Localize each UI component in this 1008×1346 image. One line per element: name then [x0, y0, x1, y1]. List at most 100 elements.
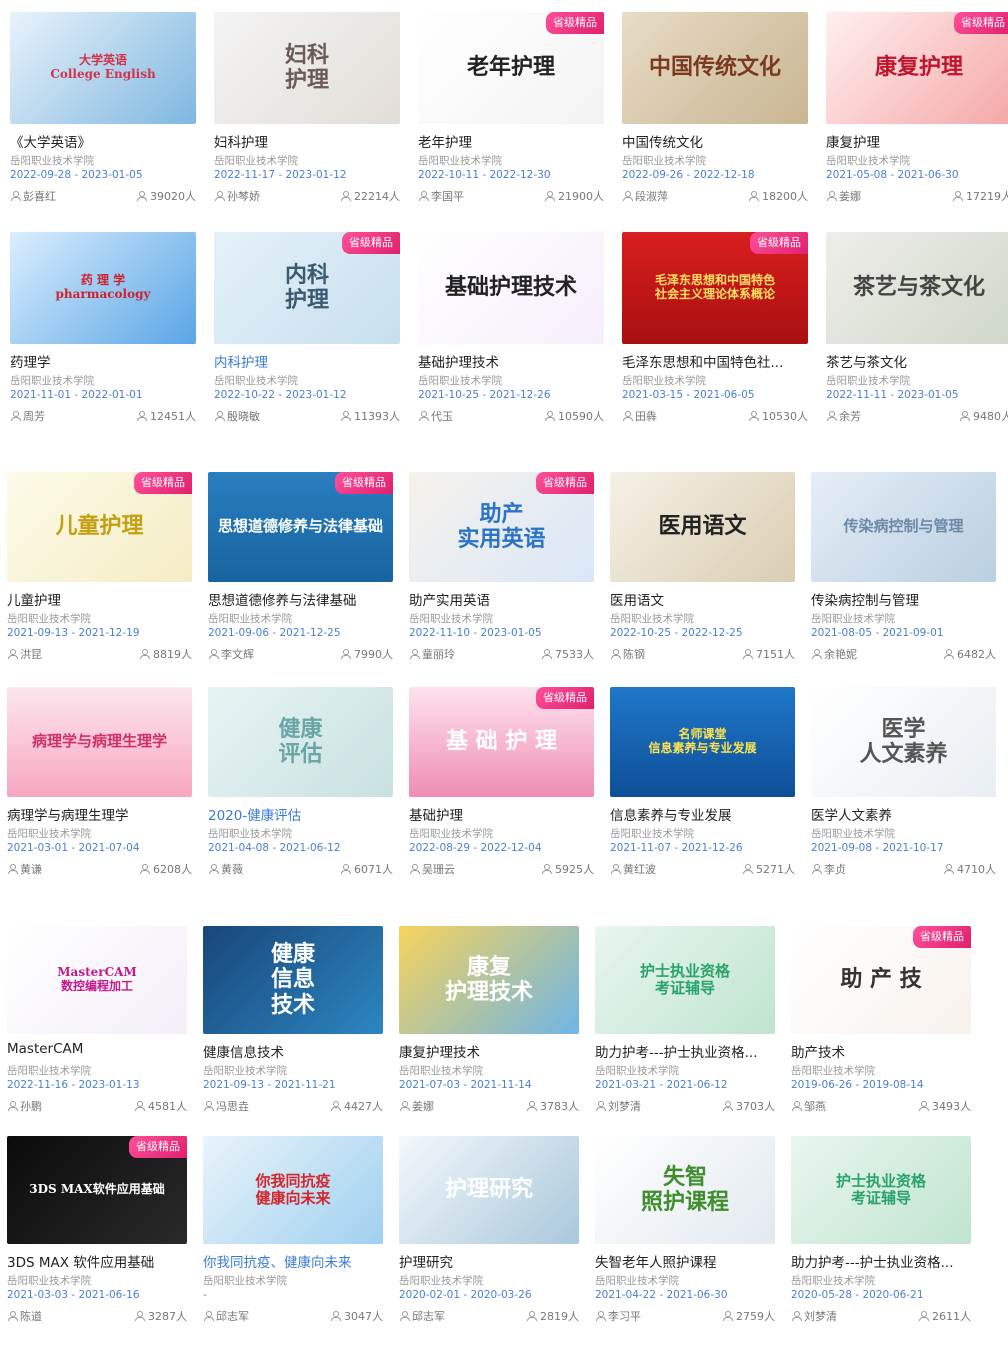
- course-title[interactable]: 基础护理技术: [418, 351, 604, 370]
- course-card[interactable]: 大学英语 College English 《大学英语》 岳阳职业技术学院 2022-0…: [10, 12, 196, 203]
- course-thumbnail[interactable]: 病理学与病理生理学: [7, 687, 192, 797]
- course-card[interactable]: 失智 照护课程 失智老年人照护课程 岳阳职业技术学院 2021-04-22 - 202…: [595, 1136, 775, 1323]
- course-card[interactable]: 医用语文 医用语文 岳阳职业技术学院 2022-10-25 - 2022-12-25 陈…: [610, 472, 795, 661]
- course-thumbnail[interactable]: 大学英语 College English: [10, 12, 196, 124]
- course-title[interactable]: 中国传统文化: [622, 131, 808, 150]
- course-title[interactable]: 2020-健康评估: [208, 804, 393, 823]
- course-title[interactable]: 护理研究: [399, 1251, 579, 1270]
- course-title[interactable]: 思想道德修养与法律基础: [208, 589, 393, 608]
- course-title[interactable]: 康复护理技术: [399, 1041, 579, 1060]
- course-thumbnail[interactable]: 失智 照护课程: [595, 1136, 775, 1244]
- course-card[interactable]: 康复护理 省级精品 康复护理 岳阳职业技术学院 2021-05-08 - 2021-06…: [826, 12, 1008, 203]
- course-card[interactable]: 基 础 护 理省级精品 基础护理 岳阳职业技术学院 2022-08-29 - 2022…: [409, 687, 594, 876]
- course-card[interactable]: 助 产 技省级精品 助产技术 岳阳职业技术学院 2019-06-26 - 2019-0…: [791, 926, 971, 1113]
- course-thumbnail[interactable]: 内科 护理 省级精品: [214, 232, 400, 344]
- thumbnail-art-text: 名师课堂 信息素养与专业发展: [648, 727, 757, 755]
- course-thumbnail[interactable]: 护士执业资格 考证辅导: [595, 926, 775, 1034]
- course-title[interactable]: 信息素养与专业发展: [610, 804, 795, 823]
- course-title[interactable]: 内科护理: [214, 351, 400, 370]
- course-title[interactable]: 老年护理: [418, 131, 604, 150]
- course-thumbnail[interactable]: 中国传统文化: [622, 12, 808, 124]
- course-card[interactable]: 健康 评估 2020-健康评估 岳阳职业技术学院 2021-04-08 - 2021-…: [208, 687, 393, 876]
- course-school: 岳阳职业技术学院: [811, 828, 895, 840]
- course-card[interactable]: 内科 护理 省级精品 内科护理 岳阳职业技术学院 2022-10-22 - 2023-0…: [214, 232, 400, 423]
- course-dates: 2022-10-22 - 2023-01-12: [214, 389, 347, 401]
- course-thumbnail[interactable]: 护理研究: [399, 1136, 579, 1244]
- course-thumbnail[interactable]: 3DS MAX软件应用基础 省级精品: [7, 1136, 187, 1244]
- course-card[interactable]: 病理学与病理生理学 病理学与病理生理学 岳阳职业技术学院 2021-03-01 - 2…: [7, 687, 192, 876]
- course-meta: 陈钢 7151人: [610, 646, 795, 661]
- course-title[interactable]: 助产技术: [791, 1041, 971, 1060]
- course-thumbnail[interactable]: 妇科 护理: [214, 12, 400, 124]
- course-title[interactable]: 儿童护理: [7, 589, 192, 608]
- course-title[interactable]: 助产实用英语: [409, 589, 594, 608]
- enrollment: 2611人: [919, 1308, 971, 1323]
- course-thumbnail[interactable]: 助 产 技省级精品: [791, 926, 971, 1034]
- course-title[interactable]: 《大学英语》: [10, 131, 196, 150]
- course-thumbnail[interactable]: 助产 实用英语 省级精品: [409, 472, 594, 582]
- course-card[interactable]: 护理研究 护理研究 岳阳职业技术学院 2020-02-01 - 2020-03-26 邱…: [399, 1136, 579, 1323]
- course-thumbnail[interactable]: 传染病控制与管理: [811, 472, 996, 582]
- course-title[interactable]: 3DS MAX 软件应用基础: [7, 1251, 187, 1270]
- course-thumbnail[interactable]: 名师课堂 信息素养与专业发展: [610, 687, 795, 797]
- course-card[interactable]: 3DS MAX软件应用基础 省级精品 3DS MAX 软件应用基础 岳阳职业技术学院 2…: [7, 1136, 187, 1323]
- course-title[interactable]: 助力护考---护士执业资格...: [595, 1041, 775, 1060]
- course-thumbnail[interactable]: 医学 人文素养: [811, 687, 996, 797]
- course-title[interactable]: 病理学与病理生理学: [7, 804, 192, 823]
- course-title[interactable]: 你我同抗疫、健康向未来: [203, 1251, 383, 1270]
- teacher: 段淑萍: [622, 188, 668, 203]
- course-card[interactable]: 基础护理技术 基础护理技术 岳阳职业技术学院 2021-10-25 - 2021-12…: [418, 232, 604, 423]
- course-card[interactable]: MasterCAM 数控编程加工 MasterCAM 岳阳职业技术学院 2022-11…: [7, 926, 187, 1113]
- course-card[interactable]: 康复 护理技术 康复护理技术 岳阳职业技术学院 2021-07-03 - 2021-1…: [399, 926, 579, 1113]
- course-card[interactable]: 护士执业资格 考证辅导 助力护考---护士执业资格... 岳阳职业技术学院 2020-…: [791, 1136, 971, 1323]
- course-card[interactable]: 传染病控制与管理 传染病控制与管理 岳阳职业技术学院 2021-08-05 - 202…: [811, 472, 996, 661]
- course-card[interactable]: 毛泽东思想和中国特色 社会主义理论体系概论 省级精品 毛泽东思想和中国特色社... 岳…: [622, 232, 808, 423]
- course-card[interactable]: 儿童护理 省级精品 儿童护理 岳阳职业技术学院 2021-09-13 - 2021-12…: [7, 472, 192, 661]
- course-title[interactable]: 基础护理: [409, 804, 594, 823]
- course-thumbnail[interactable]: 药 理 学 pharmacology: [10, 232, 196, 344]
- course-card[interactable]: 老年护理 省级精品 老年护理 岳阳职业技术学院 2022-10-11 - 2022-12…: [418, 12, 604, 203]
- course-thumbnail[interactable]: 康复 护理技术: [399, 926, 579, 1034]
- course-thumbnail[interactable]: 健康 信息 技术: [203, 926, 383, 1034]
- course-thumbnail[interactable]: MasterCAM 数控编程加工: [7, 926, 187, 1034]
- course-title[interactable]: 健康信息技术: [203, 1041, 383, 1060]
- course-card[interactable]: 医学 人文素养 医学人文素养 岳阳职业技术学院 2021-09-08 - 2021-1…: [811, 687, 996, 876]
- course-thumbnail[interactable]: 康复护理 省级精品: [826, 12, 1008, 124]
- teacher-name: 李文辉: [221, 647, 254, 661]
- course-thumbnail[interactable]: 医用语文: [610, 472, 795, 582]
- people-icon: [749, 190, 759, 201]
- course-title[interactable]: 康复护理: [826, 131, 1008, 150]
- course-title[interactable]: 毛泽东思想和中国特色社...: [622, 351, 808, 370]
- course-thumbnail[interactable]: 儿童护理 省级精品: [7, 472, 192, 582]
- course-thumbnail[interactable]: 思想道德修养与法律基础 省级精品: [208, 472, 393, 582]
- course-thumbnail[interactable]: 护士执业资格 考证辅导: [791, 1136, 971, 1244]
- course-card[interactable]: 妇科 护理 妇科护理 岳阳职业技术学院 2022-11-17 - 2023-01-12…: [214, 12, 400, 203]
- course-thumbnail[interactable]: 健康 评估: [208, 687, 393, 797]
- course-card[interactable]: 健康 信息 技术 健康信息技术 岳阳职业技术学院 2021-09-13 - 2021-…: [203, 926, 383, 1113]
- course-card[interactable]: 护士执业资格 考证辅导 助力护考---护士执业资格... 岳阳职业技术学院 2021-…: [595, 926, 775, 1113]
- course-thumbnail[interactable]: 茶艺与茶文化: [826, 232, 1008, 344]
- course-card[interactable]: 你我同抗疫 健康向未来 你我同抗疫、健康向未来 岳阳职业技术学院 - 邱志军 3047人: [203, 1136, 383, 1323]
- course-title[interactable]: 妇科护理: [214, 131, 400, 150]
- course-thumbnail[interactable]: 老年护理 省级精品: [418, 12, 604, 124]
- course-title[interactable]: 药理学: [10, 351, 196, 370]
- course-title[interactable]: 失智老年人照护课程: [595, 1251, 775, 1270]
- course-thumbnail[interactable]: 你我同抗疫 健康向未来: [203, 1136, 383, 1244]
- course-title[interactable]: 助力护考---护士执业资格...: [791, 1251, 971, 1270]
- premium-badge: 省级精品: [342, 232, 400, 254]
- course-title[interactable]: 医用语文: [610, 589, 795, 608]
- course-thumbnail[interactable]: 基 础 护 理省级精品: [409, 687, 594, 797]
- course-card[interactable]: 思想道德修养与法律基础 省级精品 思想道德修养与法律基础 岳阳职业技术学院 2021-0…: [208, 472, 393, 661]
- course-title[interactable]: 茶艺与茶文化: [826, 351, 1008, 370]
- course-card[interactable]: 中国传统文化 中国传统文化 岳阳职业技术学院 2022-09-26 - 2022-12…: [622, 12, 808, 203]
- course-title[interactable]: 医学人文素养: [811, 804, 996, 823]
- course-card[interactable]: 助产 实用英语 省级精品 助产实用英语 岳阳职业技术学院 2022-11-10 - 20…: [409, 472, 594, 661]
- course-card[interactable]: 名师课堂 信息素养与专业发展 信息素养与专业发展 岳阳职业技术学院 2021-11-0…: [610, 687, 795, 876]
- course-meta: 孙棽娇 22214人: [214, 188, 400, 203]
- course-card[interactable]: 茶艺与茶文化 茶艺与茶文化 岳阳职业技术学院 2022-11-11 - 2023-01…: [826, 232, 1008, 423]
- course-thumbnail[interactable]: 毛泽东思想和中国特色 社会主义理论体系概论 省级精品: [622, 232, 808, 344]
- course-title[interactable]: MasterCAM: [7, 1041, 187, 1060]
- course-title[interactable]: 传染病控制与管理: [811, 589, 996, 608]
- course-thumbnail[interactable]: 基础护理技术: [418, 232, 604, 344]
- course-card[interactable]: 药 理 学 pharmacology 药理学 岳阳职业技术学院 2021-11-01 …: [10, 232, 196, 423]
